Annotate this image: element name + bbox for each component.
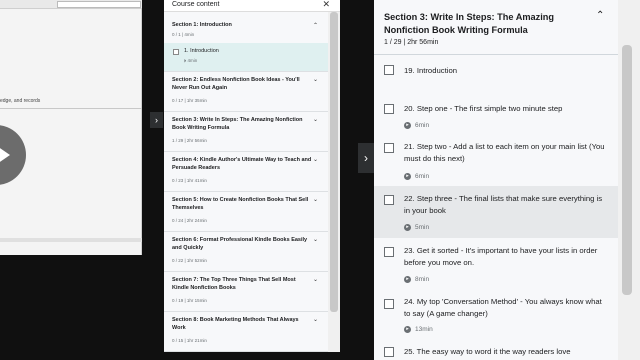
lecture-duration: ⏵ 4min	[184, 58, 198, 63]
section-meta: 1 / 29 | 2hr 56min	[384, 39, 439, 46]
lecture-title: 19. Introduction	[404, 66, 457, 75]
video-player-area[interactable]: edge, and records	[0, 0, 142, 255]
lecture-title: 20. Step one - The first simple two minu…	[404, 104, 563, 113]
lecture-duration: ▸ 8min	[404, 276, 429, 283]
section-meta: 0 / 23 | 1hr 41min	[172, 178, 207, 183]
section-title: Section 6: Format Professional Kindle Bo…	[172, 237, 308, 251]
chevron-down-icon: ⌄	[312, 157, 318, 163]
section-3-header[interactable]: Section 3: Write In Steps: The Amazing N…	[164, 112, 328, 152]
section-meta: 0 / 24 | 2hr 24min	[172, 218, 207, 223]
section-title: Section 2: Endless Nonfiction Book Ideas…	[172, 77, 300, 91]
lecture-checkbox[interactable]	[384, 195, 394, 205]
lecture-title: 25. The easy way to word it the way read…	[404, 347, 571, 356]
play-circle-icon: ▸	[404, 224, 411, 231]
section-meta: 0 / 17 | 1hr 35min	[172, 98, 207, 103]
course-content-sidebar-small: Course content ✕ Section 1: Introduction…	[164, 0, 340, 352]
lecture-duration: ▸ 5min	[404, 224, 429, 231]
close-icon[interactable]: ✕	[322, 0, 330, 10]
lecture-item-active[interactable]: 1. Introduction ⏵ 4min	[164, 43, 328, 71]
course-content-sidebar: Section 3: Write In Steps: The Amazing N…	[374, 0, 640, 360]
lecture-title: 21. Step two - Add a list to each item o…	[404, 142, 605, 163]
section-title: Section 5: How to Create Nonfiction Book…	[172, 197, 309, 211]
lecture-checkbox[interactable]	[384, 65, 394, 75]
lecture-checkbox[interactable]	[384, 299, 394, 309]
scrollbar-thumb[interactable]	[622, 45, 632, 295]
chevron-down-icon: ⌄	[312, 317, 318, 323]
section-6-header[interactable]: Section 6: Format Professional Kindle Bo…	[164, 232, 328, 272]
chevron-right-icon[interactable]: ›	[358, 143, 374, 173]
lecture-item[interactable]: 24. My top 'Conversation Method' - You a…	[374, 290, 618, 342]
section-meta: 1 / 29 | 2hr 56min	[172, 138, 207, 143]
left-toolbar	[0, 0, 142, 9]
course-content-title: Course content	[172, 1, 220, 8]
app-stage: edge, and records Course content ✕ Secti…	[0, 0, 640, 360]
section-title: Section 3: Write In Steps: The Amazing N…	[172, 117, 303, 131]
lecture-item-hovered[interactable]: 22. Step three - The final lists that ma…	[374, 186, 618, 238]
lecture-title: 22. Step three - The final lists that ma…	[404, 194, 603, 215]
play-circle-icon: ▸	[404, 326, 411, 333]
lecture-title: 24. My top 'Conversation Method' - You a…	[404, 297, 602, 318]
lecture-checkbox[interactable]	[384, 247, 394, 257]
lecture-checkbox[interactable]	[384, 104, 394, 114]
chevron-up-icon: ⌃	[312, 23, 318, 29]
chevron-right-icon[interactable]: ›	[150, 112, 163, 128]
section-title: Section 7: The Top Three Things That Sel…	[172, 277, 296, 291]
section-7-header[interactable]: Section 7: The Top Three Things That Sel…	[164, 272, 328, 312]
play-circle-icon: ▸	[404, 122, 411, 129]
lecture-title: 23. Get it sorted - It's important to ha…	[404, 246, 598, 267]
lecture-item[interactable]: 25. The easy way to word it the way read…	[374, 342, 618, 360]
lecture-duration: ▸ 6min	[404, 122, 429, 129]
section-title: Section 3: Write In Steps: The Amazing N…	[384, 12, 554, 35]
lecture-item[interactable]: 20. Step one - The first simple two minu…	[374, 83, 618, 133]
chevron-down-icon: ⌄	[312, 117, 318, 123]
section-title: Section 1: Introduction	[172, 22, 232, 28]
chevron-down-icon: ⌄	[312, 237, 318, 243]
lecture-item[interactable]: 23. Get it sorted - It's important to ha…	[374, 238, 618, 290]
section-8-header[interactable]: Section 8: Book Marketing Methods That A…	[164, 312, 328, 352]
chevron-down-icon: ⌄	[312, 197, 318, 203]
play-icon	[0, 146, 10, 164]
section-5-header[interactable]: Section 5: How to Create Nonfiction Book…	[164, 192, 328, 232]
chevron-down-icon: ⌄	[312, 77, 318, 83]
document-snippet-text: edge, and records	[0, 98, 41, 104]
play-circle-icon: ▸	[404, 276, 411, 283]
lecture-title: 1. Introduction	[184, 48, 219, 54]
section-title: Section 8: Book Marketing Methods That A…	[172, 317, 299, 331]
course-content-header: Course content ✕	[164, 0, 340, 12]
lecture-duration: ▸ 13min	[404, 326, 433, 333]
section-meta: 0 / 19 | 1hr 15min	[172, 298, 207, 303]
lecture-duration: ▸ 6min	[404, 173, 429, 180]
play-circle-icon: ▸	[404, 173, 411, 180]
lecture-item[interactable]: 21. Step two - Add a list to each item o…	[374, 133, 618, 186]
lecture-checkbox[interactable]	[384, 143, 394, 153]
scrollbar[interactable]	[328, 12, 340, 352]
section-meta: 0 / 1 | 4min	[172, 32, 195, 37]
section-4-header[interactable]: Section 4: Kindle Author's Ultimate Way …	[164, 152, 328, 192]
lecture-checkbox[interactable]	[384, 347, 394, 357]
section-3-header[interactable]: Section 3: Write In Steps: The Amazing N…	[374, 0, 618, 55]
scrollbar-thumb[interactable]	[330, 12, 338, 312]
chevron-up-icon[interactable]: ⌃	[596, 10, 604, 21]
section-2-header[interactable]: Section 2: Endless Nonfiction Book Ideas…	[164, 72, 328, 112]
section-title: Section 4: Kindle Author's Ultimate Way …	[172, 157, 312, 171]
left-toolbar-field[interactable]	[57, 1, 141, 8]
section-meta: 0 / 22 | 1hr 52min	[172, 258, 207, 263]
lecture-item[interactable]: 19. Introduction	[374, 55, 618, 83]
lecture-checkbox[interactable]	[173, 49, 179, 55]
divider	[0, 108, 142, 109]
section-meta: 0 / 15 | 1hr 21min	[172, 338, 207, 343]
chevron-down-icon: ⌄	[312, 277, 318, 283]
scrollbar[interactable]	[618, 0, 640, 360]
player-bottom-bar	[0, 238, 142, 242]
